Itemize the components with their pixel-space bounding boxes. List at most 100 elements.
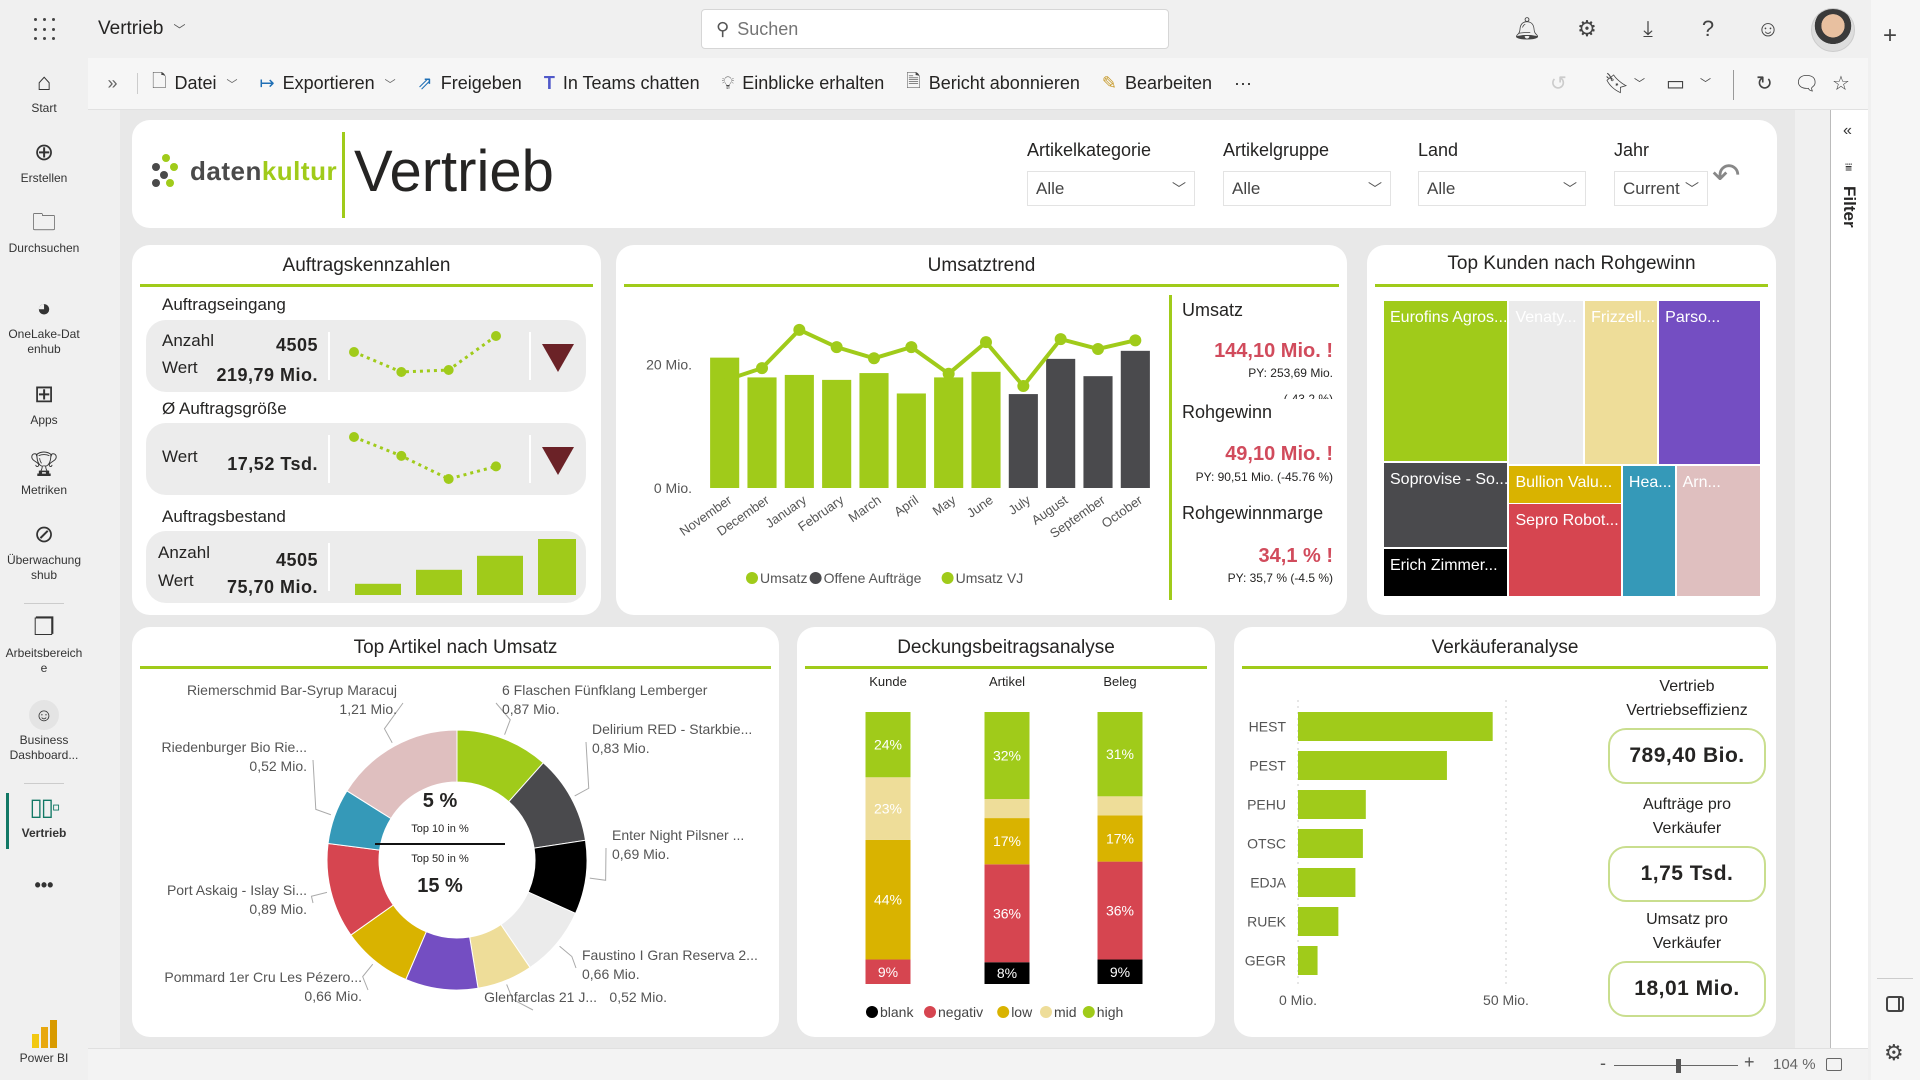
search-box[interactable]: ⚲ xyxy=(701,9,1169,49)
kpi-rohgewinn-label: Rohgewinn xyxy=(1182,402,1273,422)
nav-item-monitoring[interactable]: ⊘ Überwachungshub xyxy=(0,520,88,583)
zoom-slider-thumb[interactable] xyxy=(1676,1059,1682,1073)
legend-marker xyxy=(1040,1006,1052,1018)
nav-item-metrics[interactable]: 🏆︎ Metriken xyxy=(0,450,88,498)
reset-filters-icon[interactable]: ↶ xyxy=(1712,156,1741,196)
treemap-tile[interactable]: Sepro Robot... xyxy=(1508,503,1622,597)
nav-item-workspaces[interactable]: ❐ Arbeitsbereiche xyxy=(0,613,88,676)
segment-label: 8% xyxy=(997,965,1017,981)
nav-item-business-dashboard[interactable]: ☺ Business Dashboard... xyxy=(0,700,88,763)
line-point xyxy=(830,341,843,354)
nav-item-browse[interactable]: 🗀 Durchsuchen xyxy=(0,208,88,256)
kpi-auftragsbestand: Anzahl 4505 Wert 75,70 Mio. xyxy=(146,531,586,603)
nav-divider xyxy=(24,603,64,604)
feedback-smiley-icon[interactable]: ☺ xyxy=(1753,14,1783,44)
favorite-star-icon[interactable]: ☆ xyxy=(1832,58,1850,110)
treemap-tile[interactable]: Frizzell... xyxy=(1584,300,1659,465)
settings-icon[interactable]: ⚙ xyxy=(1884,1040,1904,1066)
kpi-value: 4505 xyxy=(275,550,318,570)
treemap-tile[interactable]: Parso... xyxy=(1658,300,1761,465)
comment-icon[interactable]: 🗨︎ xyxy=(1794,58,1819,110)
subscribe-icon: 🗎 xyxy=(906,70,921,91)
title-underline xyxy=(140,666,771,669)
fit-to-page-icon[interactable] xyxy=(1826,1058,1842,1071)
treemap-tile[interactable]: Venaty... xyxy=(1508,300,1585,465)
zoom-out-button[interactable]: - xyxy=(1600,1053,1606,1074)
nav-item-onelake[interactable]: ◕ OneLake-Datenhub xyxy=(0,294,88,357)
teams-chat-button[interactable]: T In Teams chatten xyxy=(544,73,700,94)
panel-toggle-icon[interactable] xyxy=(1886,996,1904,1012)
slicer-jahr-dropdown[interactable]: Current ﹀ xyxy=(1614,171,1708,206)
legend-label: low xyxy=(1011,1004,1033,1020)
slicer-land-dropdown[interactable]: Alle ﹀ xyxy=(1418,171,1586,206)
slice-label: Enter Night Pilsner ... xyxy=(612,827,744,843)
refresh-icon[interactable]: ↻ xyxy=(1756,58,1773,110)
legend-label: mid xyxy=(1054,1004,1077,1020)
gear-icon[interactable]: ⚙ xyxy=(1572,14,1602,44)
treemap-tile[interactable]: Eurofins Agros... xyxy=(1383,300,1509,462)
treemap-tile[interactable]: Arn... xyxy=(1675,464,1761,597)
nav-item-apps[interactable]: ⊞ Apps xyxy=(0,380,88,428)
expand-nav-icon[interactable]: » xyxy=(88,73,138,94)
view-icon[interactable]: ▭ xyxy=(1666,58,1685,110)
line-point xyxy=(756,362,768,375)
report-title-dropdown[interactable]: Vertrieb ﹀ xyxy=(98,18,186,40)
sparkline-path xyxy=(353,435,497,481)
kpi-value: 17,52 Tsd. xyxy=(227,454,318,474)
zoom-slider[interactable] xyxy=(1614,1059,1738,1073)
bar-chart-verkaeufer: 0 Mio. 50 Mio. HEST PEST PEHU OTSC EDJA RUEK GEG… xyxy=(1245,700,1529,1008)
share-button[interactable]: ⇗ Freigeben xyxy=(418,73,522,94)
sparkline-auftragseingang xyxy=(349,331,501,377)
slice-value-label: 0,69 Mio. xyxy=(612,846,670,862)
chevron-down-icon: ﹀ xyxy=(173,23,186,37)
slicer-artikelkategorie-dropdown[interactable]: Alle ﹀ xyxy=(1027,171,1195,206)
nav-item-create[interactable]: ⊕ Erstellen xyxy=(0,138,88,186)
bookmark-icon[interactable]: 🔖︎ xyxy=(1604,58,1629,110)
nav-item-vertrieb[interactable]: ▯▯▫ Vertrieb xyxy=(0,793,88,849)
avatar[interactable] xyxy=(1811,8,1855,52)
leader-line xyxy=(574,741,590,797)
insights-button[interactable]: 💡︎ Einblicke erhalten xyxy=(722,73,885,94)
kpi-auftragsgroesse: Wert 17,52 Tsd. xyxy=(146,423,586,495)
filter-pane[interactable]: « ⩸ Filter xyxy=(1830,110,1868,1048)
collapse-double-chevron-icon[interactable]: « xyxy=(1843,122,1852,140)
kpi-umsatz-py: PY: 253,69 Mio. xyxy=(1248,366,1333,380)
slicer-artikelgruppe-dropdown[interactable]: Alle ﹀ xyxy=(1223,171,1391,206)
bell-icon[interactable]: 🔔︎ xyxy=(1512,14,1542,44)
kpi-divider xyxy=(1169,295,1172,600)
chevron-down-icon: ﹀ xyxy=(1685,180,1699,197)
y-tick-label: 0 Mio. xyxy=(654,480,692,496)
seller-bar xyxy=(1298,907,1339,936)
add-icon[interactable]: + xyxy=(1883,22,1897,50)
slice-value-label: 1,21 Mio. xyxy=(339,701,397,717)
edit-button[interactable]: ✎ Bearbeiten xyxy=(1102,73,1212,94)
seller-bar xyxy=(1298,829,1363,858)
nav-item-start[interactable]: ⌂ Start xyxy=(0,68,88,116)
export-button[interactable]: ↦ Exportieren ﹀ xyxy=(260,73,396,94)
chevron-down-icon[interactable]: ﹀ xyxy=(1634,58,1645,110)
download-icon[interactable]: ⤓ xyxy=(1633,14,1663,44)
more-icon[interactable]: ••• xyxy=(0,876,88,894)
zoom-in-button[interactable]: + xyxy=(1744,1052,1755,1073)
treemap-tile[interactable]: Soprovise - So... xyxy=(1383,461,1509,548)
segment-label: 44% xyxy=(874,892,902,908)
undo-icon[interactable]: ↺ xyxy=(1550,58,1567,110)
app-launcher-icon[interactable] xyxy=(34,18,58,42)
treemap-tile[interactable]: Erich Zimmer... xyxy=(1383,547,1509,597)
x-tick-label: March xyxy=(846,492,884,525)
file-menu-button[interactable]: 🗋 Datei ﹀ xyxy=(152,69,238,99)
help-icon[interactable]: ? xyxy=(1693,14,1723,44)
legend-marker xyxy=(924,1006,936,1018)
slice-value-label: 0,89 Mio. xyxy=(249,901,307,917)
card-title: Top Artikel nach Umsatz xyxy=(353,637,558,658)
seller-label: HEST xyxy=(1249,719,1287,735)
down-triangle-icon xyxy=(542,344,574,372)
treemap-tile[interactable]: Hea... xyxy=(1621,464,1676,597)
search-input[interactable] xyxy=(737,18,1138,40)
more-options-button[interactable]: ··· xyxy=(1234,73,1252,94)
filter-icon: ⩸ xyxy=(1845,160,1853,174)
subscribe-button[interactable]: 🗎 Bericht abonnieren xyxy=(906,69,1080,99)
nav-item-powerbi[interactable]: Power BI xyxy=(0,1018,88,1066)
segment-label: 31% xyxy=(1106,746,1134,762)
chevron-down-icon[interactable]: ﹀ xyxy=(1700,58,1711,110)
